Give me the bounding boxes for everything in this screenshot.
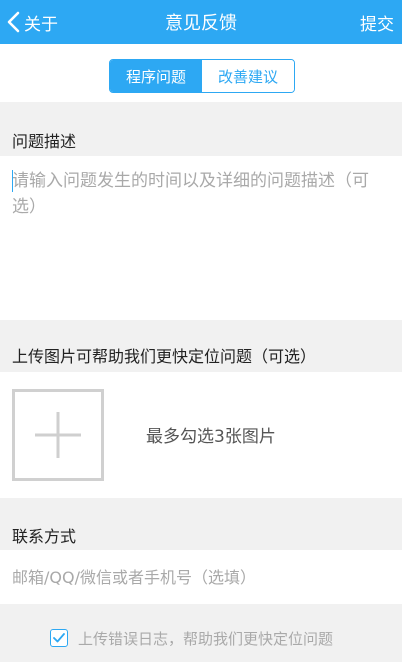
description-label: 问题描述 (12, 132, 77, 151)
log-upload-checkbox[interactable] (50, 629, 68, 647)
contact-section (0, 550, 402, 604)
log-upload-label: 上传错误日志，帮助我们更快定位问题 (78, 629, 334, 648)
tab-program-issue[interactable]: 程序问题 (110, 60, 202, 92)
images-label: 上传图片可帮助我们更快定位问题（可选） (12, 347, 317, 366)
page-title: 意见反馈 (165, 13, 237, 34)
back-button[interactable]: 关于 (6, 0, 58, 44)
segment-area: 程序问题 改善建议 (0, 44, 402, 102)
description-section (0, 156, 402, 320)
back-label: 关于 (24, 14, 58, 35)
submit-button[interactable]: 提交 (360, 0, 394, 44)
image-limit-hint: 最多勾选3张图片 (146, 427, 276, 447)
chevron-left-icon (7, 11, 20, 33)
image-upload-section: 最多勾选3张图片 (0, 372, 402, 498)
text-caret (12, 170, 13, 192)
contact-input[interactable] (0, 550, 402, 604)
description-input[interactable] (0, 156, 402, 320)
add-image-button[interactable] (12, 389, 104, 481)
plus-icon (35, 412, 81, 458)
feedback-type-segment: 程序问题 改善建议 (109, 59, 295, 93)
nav-bar: 关于 意见反馈 提交 (0, 0, 402, 44)
tab-suggestion[interactable]: 改善建议 (202, 60, 294, 92)
contact-label: 联系方式 (12, 527, 77, 546)
log-upload-row[interactable]: 上传错误日志，帮助我们更快定位问题 (50, 626, 333, 650)
checkmark-icon (53, 633, 65, 643)
